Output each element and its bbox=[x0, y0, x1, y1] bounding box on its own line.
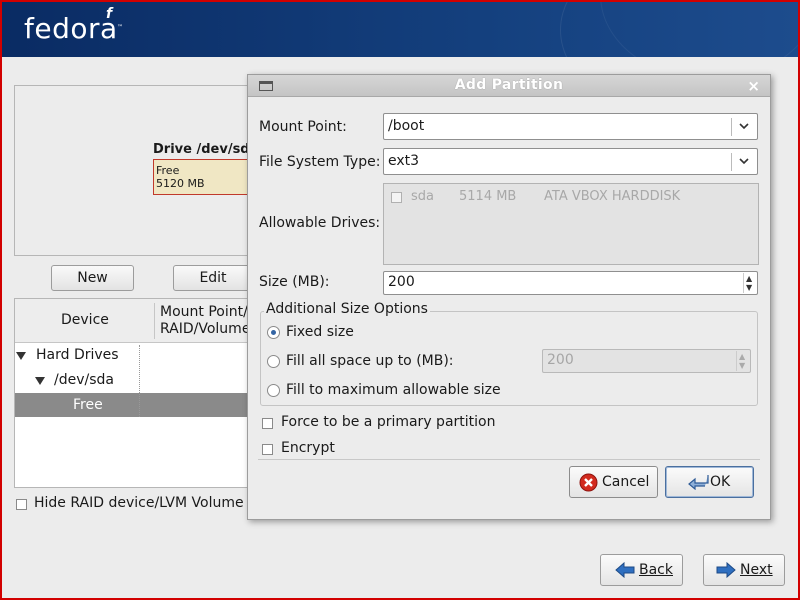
column-header-device[interactable]: Device bbox=[61, 312, 109, 328]
dialog-title: Add Partition bbox=[454, 77, 564, 93]
spin-up-icon: ▲ bbox=[739, 352, 746, 361]
dialog-titlebar[interactable]: Add Partition × bbox=[248, 75, 770, 97]
column-header-mount-line2: RAID/Volume bbox=[160, 321, 251, 337]
allowable-drives-list: sda 5114 MB ATA VBOX HARDDISK bbox=[383, 183, 759, 265]
fs-type-value: ext3 bbox=[388, 153, 420, 169]
ok-button-label: OK bbox=[710, 474, 731, 490]
new-button-label: New bbox=[77, 270, 108, 286]
next-button-label: Next bbox=[740, 562, 773, 578]
fill-upto-value: 200 bbox=[547, 352, 574, 368]
encrypt-label: Encrypt bbox=[281, 440, 335, 456]
mount-point-value: /boot bbox=[388, 118, 425, 134]
back-button[interactable]: Back bbox=[600, 554, 683, 586]
fill-upto-spinbox: 200 ▲ ▼ bbox=[542, 349, 751, 373]
tree-row-dev-sda[interactable]: /dev/sda bbox=[15, 368, 251, 392]
combo-separator bbox=[731, 118, 732, 136]
header-decoration bbox=[600, 0, 800, 57]
new-partition-button[interactable]: New bbox=[51, 265, 134, 291]
fixed-size-label: Fixed size bbox=[286, 324, 354, 340]
next-button[interactable]: Next bbox=[703, 554, 785, 586]
back-button-label: Back bbox=[639, 562, 673, 578]
fill-max-label: Fill to maximum allowable size bbox=[286, 382, 501, 398]
drive-size: 5114 MB bbox=[459, 189, 517, 204]
edit-partition-button[interactable]: Edit bbox=[173, 265, 253, 291]
dialog-separator bbox=[258, 459, 760, 460]
chevron-down-icon[interactable] bbox=[737, 119, 751, 133]
back-arrow-icon bbox=[615, 562, 635, 578]
hide-raid-label: Hide RAID device/LVM Volume G bbox=[34, 495, 259, 511]
column-divider bbox=[139, 345, 140, 417]
fixed-size-radio[interactable] bbox=[267, 326, 280, 339]
edit-button-label: Edit bbox=[199, 270, 227, 286]
free-space-block[interactable]: Free 5120 MB bbox=[153, 159, 250, 195]
tree-row-label: Free bbox=[73, 397, 103, 413]
size-label: Size (MB): bbox=[259, 274, 330, 290]
allowable-drives-label: Allowable Drives: bbox=[259, 215, 381, 231]
tree-row-label: Hard Drives bbox=[36, 347, 119, 363]
fs-type-label: File System Type: bbox=[259, 154, 381, 170]
expander-open-icon[interactable] bbox=[35, 377, 45, 385]
trademark-symbol: ™ bbox=[117, 24, 123, 31]
combo-separator bbox=[731, 153, 732, 171]
encrypt-checkbox[interactable] bbox=[262, 444, 273, 455]
chevron-down-icon[interactable] bbox=[737, 154, 751, 168]
drive-title: Drive /dev/sd bbox=[153, 142, 250, 157]
column-header-mount-point[interactable]: Mount Point/ RAID/Volume bbox=[160, 304, 250, 338]
enter-arrow-icon bbox=[688, 475, 709, 490]
tree-row-hard-drives[interactable]: Hard Drives bbox=[15, 343, 251, 367]
fedora-header: fedora f ™ bbox=[0, 0, 800, 57]
tree-row-label: /dev/sda bbox=[54, 372, 114, 388]
device-tree-table[interactable]: Device Mount Point/ RAID/Volume Hard Dri… bbox=[14, 298, 251, 488]
cancel-button-label: Cancel bbox=[602, 474, 650, 490]
tree-row-free[interactable]: Free bbox=[15, 393, 251, 417]
drive-checkbox bbox=[391, 192, 402, 203]
force-primary-checkbox[interactable] bbox=[262, 418, 273, 429]
fill-max-radio[interactable] bbox=[267, 384, 280, 397]
fs-type-combo[interactable]: ext3 bbox=[383, 148, 758, 175]
mount-point-combo[interactable]: /boot bbox=[383, 113, 758, 140]
table-header: Device Mount Point/ RAID/Volume bbox=[15, 299, 251, 343]
free-space-size: 5120 MB bbox=[156, 177, 205, 190]
fill-upto-radio[interactable] bbox=[267, 355, 280, 368]
drive-name: sda bbox=[411, 189, 434, 204]
free-space-label: Free bbox=[156, 164, 180, 177]
size-value: 200 bbox=[388, 274, 415, 290]
spin-buttons[interactable]: ▲ ▼ bbox=[743, 273, 756, 293]
expander-open-icon[interactable] bbox=[16, 352, 26, 360]
fedora-logo: fedora bbox=[24, 12, 118, 45]
close-icon[interactable]: × bbox=[747, 77, 760, 95]
fill-upto-label: Fill all space up to (MB): bbox=[286, 353, 454, 369]
size-options-title: Additional Size Options bbox=[264, 301, 430, 317]
hide-raid-checkbox[interactable] bbox=[16, 499, 27, 510]
column-divider bbox=[154, 303, 155, 339]
add-partition-dialog: Add Partition × Mount Point: /boot File … bbox=[247, 74, 771, 520]
spin-down-icon[interactable]: ▼ bbox=[746, 284, 752, 292]
size-spinbox[interactable]: 200 ▲ ▼ bbox=[383, 271, 758, 295]
ok-button[interactable]: OK bbox=[665, 466, 754, 498]
force-primary-label: Force to be a primary partition bbox=[281, 414, 496, 430]
fedora-logo-mark-icon: f bbox=[106, 6, 113, 22]
column-header-mount-line1: Mount Point/ bbox=[160, 304, 248, 320]
next-arrow-icon bbox=[716, 562, 736, 578]
drive-model: ATA VBOX HARDDISK bbox=[544, 189, 681, 204]
spin-buttons: ▲ ▼ bbox=[736, 351, 749, 371]
mount-point-label: Mount Point: bbox=[259, 119, 347, 135]
cancel-icon bbox=[579, 473, 598, 492]
spin-down-icon: ▼ bbox=[739, 361, 746, 370]
spin-up-icon[interactable]: ▲ bbox=[746, 275, 752, 283]
cancel-button[interactable]: Cancel bbox=[569, 466, 658, 498]
